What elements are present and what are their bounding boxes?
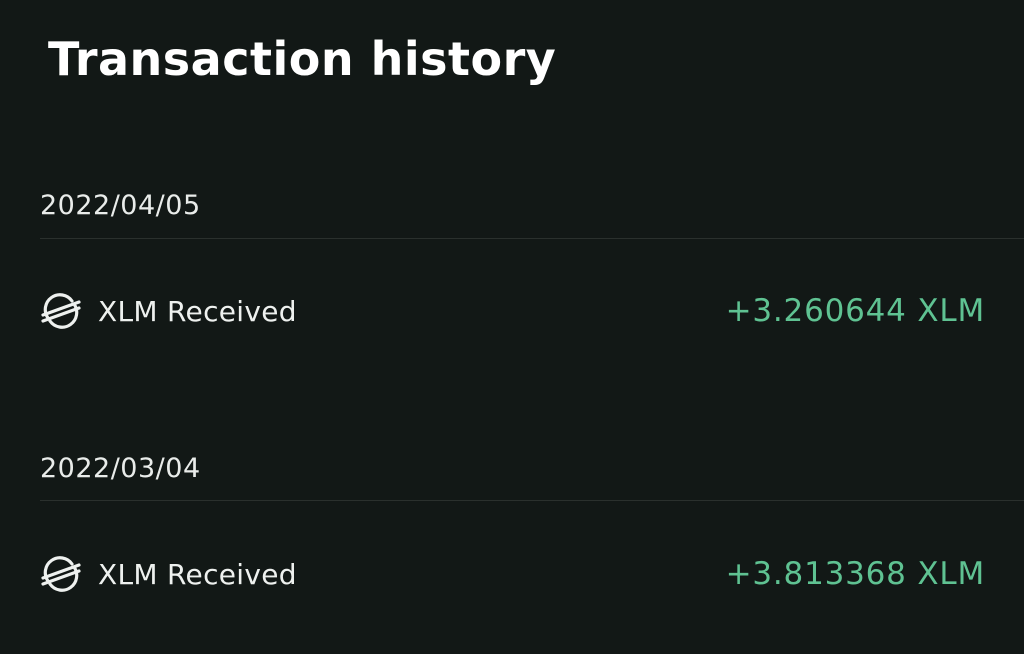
transaction-row[interactable]: XLM Received +3.813368 XLM [40,546,985,602]
page-title: Transaction history [48,32,557,86]
divider [40,238,1024,239]
stellar-icon [40,554,84,594]
transaction-label: XLM Received [98,557,297,591]
divider [40,500,1024,501]
transaction-info: XLM Received [40,554,297,594]
date-header: 2022/04/05 [40,190,201,221]
transaction-row[interactable]: XLM Received +3.260644 XLM [40,283,985,339]
transaction-label: XLM Received [98,294,297,328]
transaction-info: XLM Received [40,291,297,331]
stellar-icon [40,291,84,331]
transaction-amount: +3.260644 XLM [725,293,985,329]
transaction-amount: +3.813368 XLM [725,556,985,592]
date-header: 2022/03/04 [40,453,201,484]
transaction-history-screen: Transaction history 2022/04/05 XLM Recei… [0,0,1024,654]
